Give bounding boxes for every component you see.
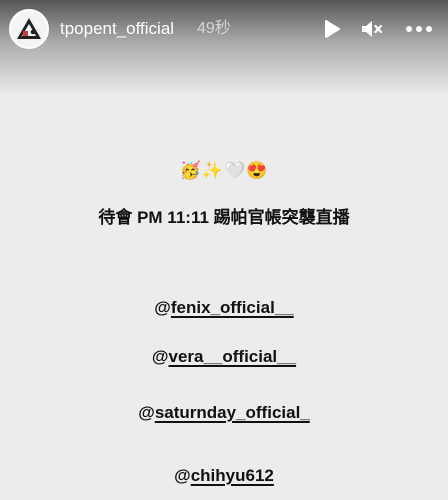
mention-chihyu[interactable]: @chihyu612 <box>0 464 448 488</box>
partying-face-emoji-icon: 🥳 <box>179 161 202 180</box>
mention-fenix[interactable]: @fenix_official__ <box>0 296 448 320</box>
mention-at: @ <box>174 466 191 485</box>
mention-at: @ <box>138 403 155 422</box>
white-heart-emoji-icon: 🤍 <box>224 161 247 180</box>
story-content: 🥳✨🤍😍 待會 PM 11:11 踢帕官帳突襲直播 @fenix_officia… <box>0 0 448 500</box>
mention-at: @ <box>154 298 171 317</box>
mention-handle[interactable]: chihyu612 <box>191 466 274 485</box>
mention-handle[interactable]: fenix_official__ <box>171 298 294 317</box>
mention-vera[interactable]: @vera__official__ <box>0 345 448 369</box>
mention-handle[interactable]: saturnday_official_ <box>155 403 310 422</box>
announcement-text: 待會 PM 11:11 踢帕官帳突襲直播 <box>98 208 350 227</box>
emoji-row: 🥳✨🤍😍 <box>0 160 448 182</box>
mention-at: @ <box>151 347 169 366</box>
mention-saturnday[interactable]: @saturnday_official_ <box>0 401 448 425</box>
heart-eyes-emoji-icon: 😍 <box>246 161 269 180</box>
sparkles-emoji-icon: ✨ <box>201 161 224 180</box>
mention-handle[interactable]: vera__official__ <box>168 347 296 366</box>
